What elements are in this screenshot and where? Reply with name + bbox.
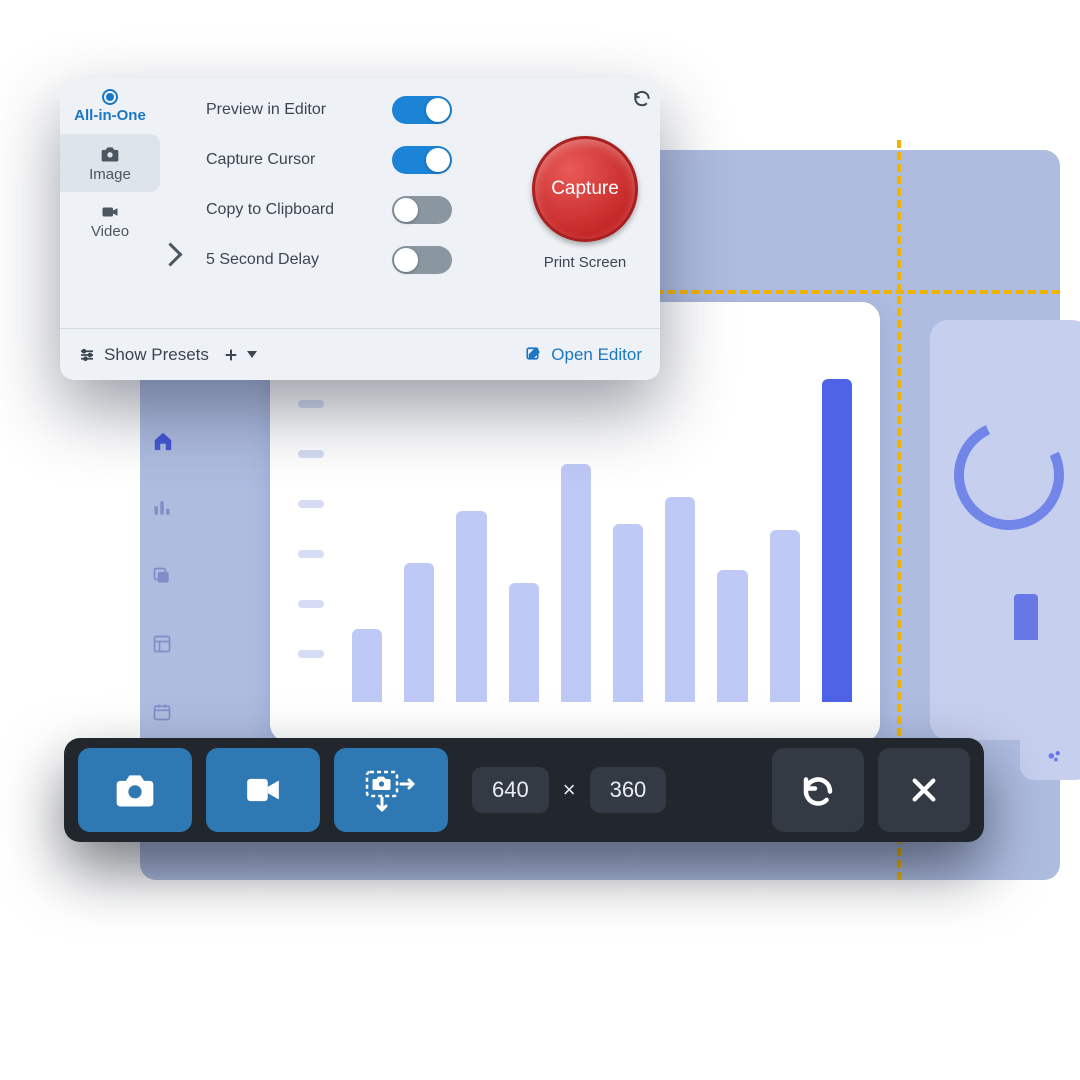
chart-bars [352,372,852,702]
open-editor-label: Open Editor [551,345,642,365]
chart-bar [770,530,800,702]
video-icon [238,771,288,809]
show-presets-button[interactable]: Show Presets [78,345,209,365]
setting-toggle[interactable] [392,196,452,224]
capture-toolbar: 640 × 360 [64,738,984,842]
mode-tabs: All-in-One Image Video [60,78,160,328]
chart-y-ticks [298,400,324,658]
target-icon [102,89,118,105]
close-button[interactable] [878,748,970,832]
chart-bar [456,511,486,702]
tab-label: Image [89,166,131,183]
scrolling-capture-icon [361,766,421,814]
setting-row: Capture Cursor [206,146,494,174]
width-input[interactable]: 640 [472,767,549,813]
copy-icon[interactable] [152,566,174,588]
chart-bar [352,629,382,702]
chart-bar [404,563,434,702]
capture-scrolling-button[interactable] [334,748,448,832]
setting-label: 5 Second Delay [206,251,374,269]
capture-video-button[interactable] [206,748,320,832]
dimensions-display: 640 × 360 [472,767,666,813]
open-editor-button[interactable]: Open Editor [525,345,642,365]
chart-bar [822,379,852,702]
camera-icon [109,768,161,812]
chart-bar [613,524,643,702]
chevron-right-icon [160,78,180,328]
setting-row: Preview in Editor [206,96,494,124]
add-preset-button[interactable] [223,347,257,363]
shortcut-label: Print Screen [544,254,627,271]
height-input[interactable]: 360 [590,767,667,813]
sliders-icon [78,346,96,364]
edit-icon [525,346,543,364]
chart-bar [717,570,747,702]
plus-icon [223,347,239,363]
tab-label: Video [91,223,129,240]
setting-toggle[interactable] [392,146,452,174]
undo-icon [800,772,836,808]
calendar-icon[interactable] [152,702,174,724]
setting-toggle[interactable] [392,246,452,274]
tab-all-in-one[interactable]: All-in-One [60,78,160,134]
setting-toggle[interactable] [392,96,452,124]
undo-icon[interactable] [632,88,652,113]
share-button[interactable] [1020,730,1080,780]
show-presets-label: Show Presets [104,345,209,365]
tab-label: All-in-One [74,107,146,124]
bar-chart-icon[interactable] [152,498,174,520]
setting-row: Copy to Clipboard [206,196,494,224]
side-card [930,320,1080,740]
settings-list: Preview in Editor Capture Cursor Copy to C… [180,78,510,328]
capture-settings-panel: All-in-One Image Video Preview in Editor… [60,78,660,380]
dashboard-sidebar [152,430,174,724]
chart-bar [561,464,591,702]
tab-video[interactable]: Video [60,192,160,250]
layout-icon[interactable] [152,634,174,656]
chart-bar [509,583,539,702]
capture-button[interactable]: Capture [532,136,638,242]
capture-image-button[interactable] [78,748,192,832]
progress-ring-icon [939,405,1080,546]
setting-label: Copy to Clipboard [206,201,374,219]
dimension-separator: × [563,777,576,803]
video-icon [99,203,121,221]
chevron-down-icon [247,351,257,358]
setting-label: Preview in Editor [206,101,374,119]
chart-bar [665,497,695,702]
undo-button[interactable] [772,748,864,832]
close-icon [908,774,940,806]
setting-row: 5 Second Delay [206,246,494,274]
capture-label: Capture [551,178,619,200]
camera-icon [99,144,121,164]
mini-bar [1014,594,1038,640]
home-icon[interactable] [152,430,174,452]
setting-label: Capture Cursor [206,151,374,169]
tab-image[interactable]: Image [60,134,160,192]
